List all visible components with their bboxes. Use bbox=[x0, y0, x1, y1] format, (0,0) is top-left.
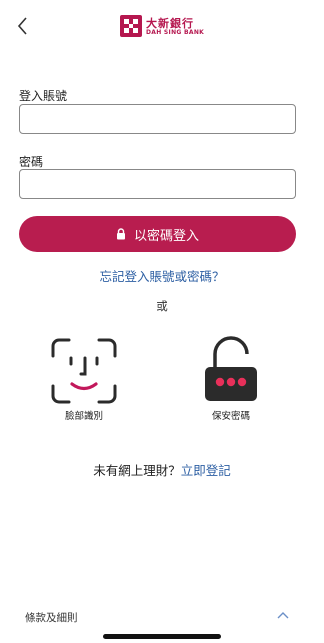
signup-prompt-text: 未有網上理財？ bbox=[93, 463, 181, 478]
lock-icon bbox=[116, 228, 125, 240]
password-field[interactable] bbox=[19, 169, 296, 199]
bank-name-en: DAH SING BANK bbox=[146, 29, 205, 36]
or-divider-text: 或 bbox=[156, 299, 168, 313]
login-button-label: 以密碼登入 bbox=[133, 228, 199, 244]
forgot-credentials-link[interactable]: 忘記登入賬號或密碼？ bbox=[0, 266, 324, 285]
secure-code-option[interactable]: 保安密碼 bbox=[176, 334, 286, 424]
terms-and-conditions-label[interactable]: 條款及細則 bbox=[25, 610, 78, 625]
account-label: 登入賬號 bbox=[19, 89, 68, 103]
bank-logo-mark-icon bbox=[120, 15, 142, 37]
chevron-up-icon[interactable] bbox=[276, 609, 290, 621]
register-now-link[interactable]: 立即登記 bbox=[181, 463, 231, 478]
secure-code-label: 保安密碼 bbox=[211, 411, 250, 422]
padlock-code-icon bbox=[205, 336, 257, 401]
face-id-icon bbox=[51, 338, 117, 404]
password-login-button[interactable]: 以密碼登入 bbox=[19, 216, 296, 252]
face-id-label: 臉部識別 bbox=[64, 411, 103, 422]
signup-prompt: 未有網上理財？立即登記 bbox=[0, 460, 324, 479]
face-id-option[interactable]: 臉部識別 bbox=[29, 334, 139, 424]
password-label: 密碼 bbox=[19, 155, 44, 169]
back-arrow-icon[interactable] bbox=[14, 15, 32, 37]
home-indicator bbox=[103, 634, 221, 639]
bank-logo: 大新銀行 DAH SING BANK bbox=[120, 14, 205, 40]
account-field[interactable] bbox=[19, 104, 296, 134]
